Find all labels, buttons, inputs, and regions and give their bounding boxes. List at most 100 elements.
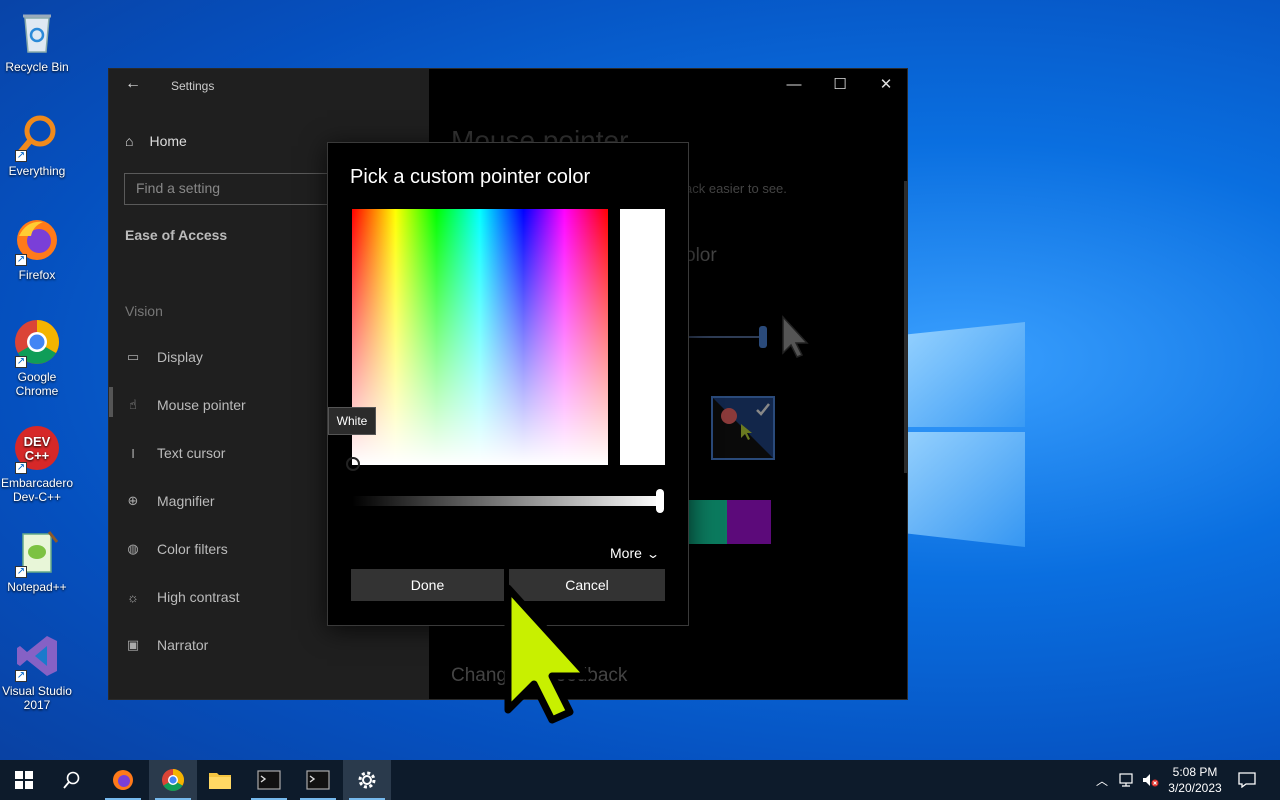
- taskbar-firefox[interactable]: [99, 760, 147, 800]
- nav-item-label: Color filters: [157, 541, 228, 557]
- color-swatch-purple[interactable]: [727, 500, 771, 544]
- taskbar: ︿ 5:08 PM 3/20/2023: [0, 760, 1280, 800]
- desktop-icon-label: Notepad++: [7, 580, 67, 594]
- everything-search-icon: ↗: [13, 112, 61, 162]
- search-button[interactable]: [48, 760, 96, 800]
- pointer-size-slider-track[interactable]: [687, 336, 759, 338]
- home-icon: ⌂: [125, 133, 134, 149]
- shortcut-arrow-icon: ↗: [15, 356, 27, 368]
- desktop-icon-label: Recycle Bin: [5, 60, 69, 74]
- nav-item-color-filters[interactable]: ◍ Color filters: [125, 541, 228, 557]
- dialog-title: Pick a custom pointer color: [350, 166, 591, 188]
- chrome-icon: [162, 769, 184, 791]
- custom-color-wheel-icon: [713, 398, 773, 458]
- scrollbar[interactable]: [904, 181, 907, 473]
- search-placeholder: Find a setting: [136, 180, 221, 196]
- chrome-icon: ↗: [13, 318, 61, 368]
- vision-heading: Vision: [125, 303, 163, 319]
- pointer-preview-icon: [781, 315, 811, 364]
- color-filters-icon: ◍: [127, 541, 139, 556]
- done-button[interactable]: Done: [351, 569, 504, 601]
- desktop-icon-visual-studio[interactable]: ↗ Visual Studio 2017: [0, 632, 74, 712]
- back-arrow-icon[interactable]: ←: [125, 75, 141, 93]
- nav-item-mouse-pointer[interactable]: ☝ Mouse pointer: [125, 397, 246, 413]
- network-icon: [1119, 773, 1133, 787]
- desktop-icon-label: Firefox: [18, 268, 56, 282]
- desktop-icon-label: Visual Studio 2017: [2, 684, 72, 712]
- narrator-icon: ▣: [126, 637, 140, 652]
- network-status[interactable]: [1118, 760, 1136, 800]
- firefox-icon: [113, 770, 133, 790]
- custom-pointer-color-tile[interactable]: [711, 396, 775, 460]
- devcpp-badge-top: DEV: [24, 434, 51, 449]
- shortcut-arrow-icon: ↗: [15, 254, 27, 266]
- mouse-pointer-icon: ☝: [129, 397, 137, 412]
- nav-item-narrator[interactable]: ▣ Narrator: [125, 637, 209, 653]
- more-label: More: [610, 545, 642, 561]
- devcpp-badge-bottom: C++: [25, 448, 50, 463]
- desktop-icon-firefox[interactable]: ↗ Firefox: [0, 216, 74, 282]
- shortcut-arrow-icon: ↗: [15, 670, 27, 682]
- text-cursor-icon: I: [131, 445, 135, 461]
- spectrum-handle[interactable]: [346, 457, 360, 471]
- magnifier-icon: ⊕: [127, 493, 139, 508]
- windows-logo-wallpaper: [905, 300, 1035, 550]
- nav-item-magnifier[interactable]: ⊕ Magnifier: [125, 493, 215, 509]
- clock-date: 3/20/2023: [1168, 781, 1222, 795]
- color-swatch-teal[interactable]: [687, 500, 731, 544]
- taskbar-chrome[interactable]: [149, 760, 197, 800]
- color-preview: [620, 209, 665, 465]
- chevron-up-icon: ︿: [1096, 773, 1109, 788]
- nav-item-label: Magnifier: [157, 493, 215, 509]
- color-spectrum[interactable]: [346, 209, 608, 471]
- nav-item-display[interactable]: ▭ Display: [125, 349, 203, 365]
- desktop-icon-label: Everything: [8, 164, 66, 178]
- taskbar-settings[interactable]: [343, 760, 391, 800]
- show-hidden-icons[interactable]: ︿: [1096, 760, 1108, 800]
- desktop-icon-notepadpp[interactable]: ↗ Notepad++: [0, 528, 74, 594]
- more-toggle[interactable]: More ⌄: [610, 545, 660, 561]
- desktop-icon-devcpp[interactable]: DEV C++ ↗ Embarcadero Dev-C++: [0, 424, 74, 504]
- desktop-icon-everything[interactable]: ↗ Everything: [0, 112, 74, 178]
- volume-status[interactable]: [1141, 760, 1159, 800]
- section-subtitle: olor: [685, 245, 717, 266]
- taskbar-terminal-1[interactable]: [245, 760, 293, 800]
- high-contrast-icon: ☼: [127, 589, 139, 605]
- desktop-icon-recycle-bin[interactable]: Recycle Bin: [0, 8, 74, 74]
- brightness-slider-thumb[interactable]: [656, 489, 664, 513]
- visual-studio-icon: ↗: [13, 632, 61, 682]
- home-label: Home: [149, 133, 187, 149]
- shortcut-arrow-icon: ↗: [15, 462, 27, 474]
- window-title: Settings: [171, 79, 215, 93]
- taskbar-terminal-2[interactable]: [294, 760, 342, 800]
- nav-item-label: Mouse pointer: [157, 397, 246, 413]
- nav-item-high-contrast[interactable]: ☼ High contrast: [125, 589, 239, 605]
- windows-start-icon: [15, 771, 33, 789]
- nav-item-label: High contrast: [157, 589, 240, 605]
- large-mouse-pointer-icon: [500, 580, 592, 733]
- folder-icon: [209, 773, 231, 789]
- devcpp-icon: DEV C++ ↗: [13, 424, 61, 474]
- terminal-icon: [306, 770, 330, 790]
- taskbar-clock[interactable]: 5:08 PM 3/20/2023: [1160, 764, 1230, 796]
- selected-nav-indicator: [109, 387, 113, 417]
- search-icon: [63, 771, 80, 789]
- pointer-size-slider-thumb[interactable]: [759, 326, 767, 348]
- recycle-bin-icon: [13, 8, 61, 56]
- taskbar-file-explorer[interactable]: [196, 760, 244, 800]
- terminal-icon: [257, 770, 281, 790]
- action-center-button[interactable]: [1238, 760, 1256, 800]
- notification-icon: [1238, 772, 1256, 788]
- brightness-slider[interactable]: [352, 496, 662, 506]
- desktop-icon-google-chrome[interactable]: ↗ Google Chrome: [0, 318, 74, 398]
- color-tooltip: White: [328, 407, 376, 435]
- shortcut-arrow-icon: ↗: [15, 566, 27, 578]
- page-description: ack easier to see.: [685, 181, 787, 196]
- clock-time: 5:08 PM: [1172, 765, 1218, 779]
- nav-item-text-cursor[interactable]: I Text cursor: [125, 445, 225, 461]
- start-button[interactable]: [0, 760, 48, 800]
- nav-home[interactable]: ⌂ Home: [125, 133, 187, 149]
- nav-item-label: Display: [157, 349, 203, 365]
- custom-pointer-color-dialog: Pick a custom pointer color White More ⌄ …: [327, 142, 689, 626]
- notepadpp-icon: ↗: [13, 528, 61, 578]
